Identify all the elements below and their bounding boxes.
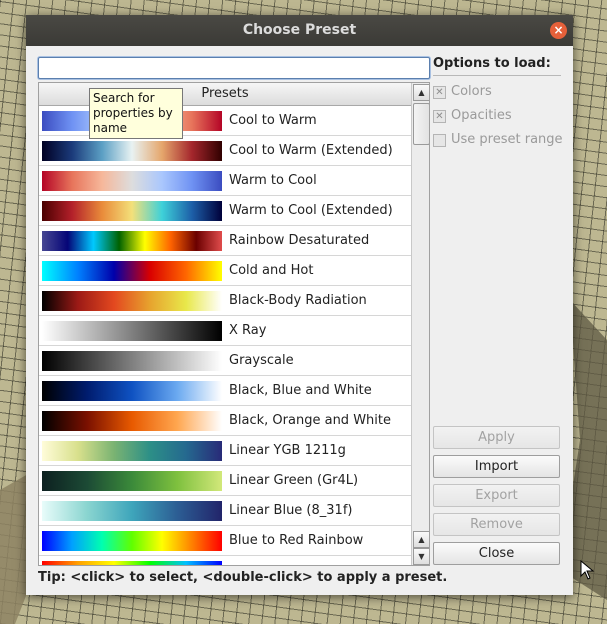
preset-label: Linear Blue (8_31f): [229, 503, 353, 518]
options-divider: [433, 75, 561, 76]
preset-label: Linear YGB 1211g: [229, 443, 346, 458]
export-button[interactable]: Export: [433, 484, 560, 507]
preset-color-swatch: [42, 471, 222, 491]
preset-label: Warm to Cool (Extended): [229, 203, 393, 218]
preset-row[interactable]: Black, Orange and White: [39, 406, 411, 436]
preset-row[interactable]: Blue to Red Rainbow: [39, 526, 411, 556]
preset-row[interactable]: Grayscale: [39, 346, 411, 376]
preset-color-swatch: [42, 231, 222, 251]
opacities-label: Opacities: [451, 108, 512, 123]
remove-button[interactable]: Remove: [433, 513, 560, 536]
preset-label: Blue to Red Rainbow: [229, 533, 364, 548]
preset-color-swatch: [42, 351, 222, 371]
preset-label: Black, Blue and White: [229, 383, 372, 398]
preset-color-swatch: [42, 261, 222, 281]
preset-label: Cool to Warm: [229, 113, 317, 128]
preset-color-swatch: [42, 561, 222, 565]
apply-button[interactable]: Apply: [433, 426, 560, 449]
preset-color-swatch: [42, 441, 222, 461]
preset-row[interactable]: Cold and Hot: [39, 256, 411, 286]
search-input[interactable]: [38, 57, 430, 79]
preset-color-swatch: [42, 501, 222, 521]
preset-label: X Ray: [229, 323, 267, 338]
preset-color-swatch: [42, 291, 222, 311]
preset-color-swatch: [42, 171, 222, 191]
close-button[interactable]: Close: [433, 542, 560, 565]
preset-label: Cold and Hot: [229, 263, 314, 278]
preset-row[interactable]: Linear YGB 1211g: [39, 436, 411, 466]
preset-label: Cool to Warm (Extended): [229, 143, 393, 158]
colors-label: Colors: [451, 84, 492, 99]
tip-text: Tip: <click> to select, <double-click> t…: [38, 570, 448, 585]
dialog-titlebar: Choose Preset ×: [26, 15, 573, 46]
preset-row[interactable]: X Ray: [39, 316, 411, 346]
preset-label: Linear Green (Gr4L): [229, 473, 359, 488]
preset-label: Black-Body Radiation: [229, 293, 367, 308]
import-button[interactable]: Import: [433, 455, 560, 478]
scrollbar-thumb[interactable]: [413, 103, 429, 145]
close-window-icon[interactable]: ×: [550, 22, 567, 39]
preset-label: Rainbow Desaturated: [229, 233, 370, 248]
preset-row[interactable]: Warm to Cool: [39, 166, 411, 196]
preset-color-swatch: [42, 531, 222, 551]
preset-row[interactable]: [39, 556, 411, 565]
preset-row[interactable]: Rainbow Desaturated: [39, 226, 411, 256]
preset-color-swatch: [42, 201, 222, 221]
preset-color-swatch: [42, 321, 222, 341]
preset-row[interactable]: Linear Green (Gr4L): [39, 466, 411, 496]
preset-row[interactable]: Cool to Warm (Extended): [39, 136, 411, 166]
preset-row[interactable]: Black, Blue and White: [39, 376, 411, 406]
opacities-check-icon: ✕: [433, 110, 446, 123]
search-tooltip: Search for properties by name: [89, 88, 183, 139]
preset-row[interactable]: Linear Blue (8_31f): [39, 496, 411, 526]
scroll-up-icon-lower[interactable]: ▲: [413, 531, 429, 548]
presets-list[interactable]: Presets Cool to Warm Cool to Warm (Extend…: [38, 82, 430, 566]
preset-color-swatch: [42, 141, 222, 161]
colors-check-icon: ✕: [433, 86, 446, 99]
use-preset-range-box: [433, 134, 446, 147]
choose-preset-dialog: Choose Preset × Presets Cool to Warm Cool…: [26, 15, 573, 595]
preset-label: Black, Orange and White: [229, 413, 391, 428]
preset-row[interactable]: Black-Body Radiation: [39, 286, 411, 316]
use-preset-range-label: Use preset range: [451, 132, 563, 147]
presets-scrollbar[interactable]: ▲ ▲ ▼: [411, 83, 429, 565]
preset-color-swatch: [42, 381, 222, 401]
preset-label: Grayscale: [229, 353, 294, 368]
presets-rows: Cool to Warm Cool to Warm (Extended) Warm …: [39, 106, 411, 565]
options-title: Options to load:: [433, 56, 551, 71]
preset-label: Warm to Cool: [229, 173, 317, 188]
scroll-up-icon[interactable]: ▲: [413, 84, 429, 101]
preset-row[interactable]: Warm to Cool (Extended): [39, 196, 411, 226]
scroll-down-icon[interactable]: ▼: [413, 548, 429, 565]
mouse-pointer-icon: [580, 560, 595, 580]
preset-color-swatch: [42, 411, 222, 431]
dialog-title: Choose Preset: [242, 22, 357, 38]
